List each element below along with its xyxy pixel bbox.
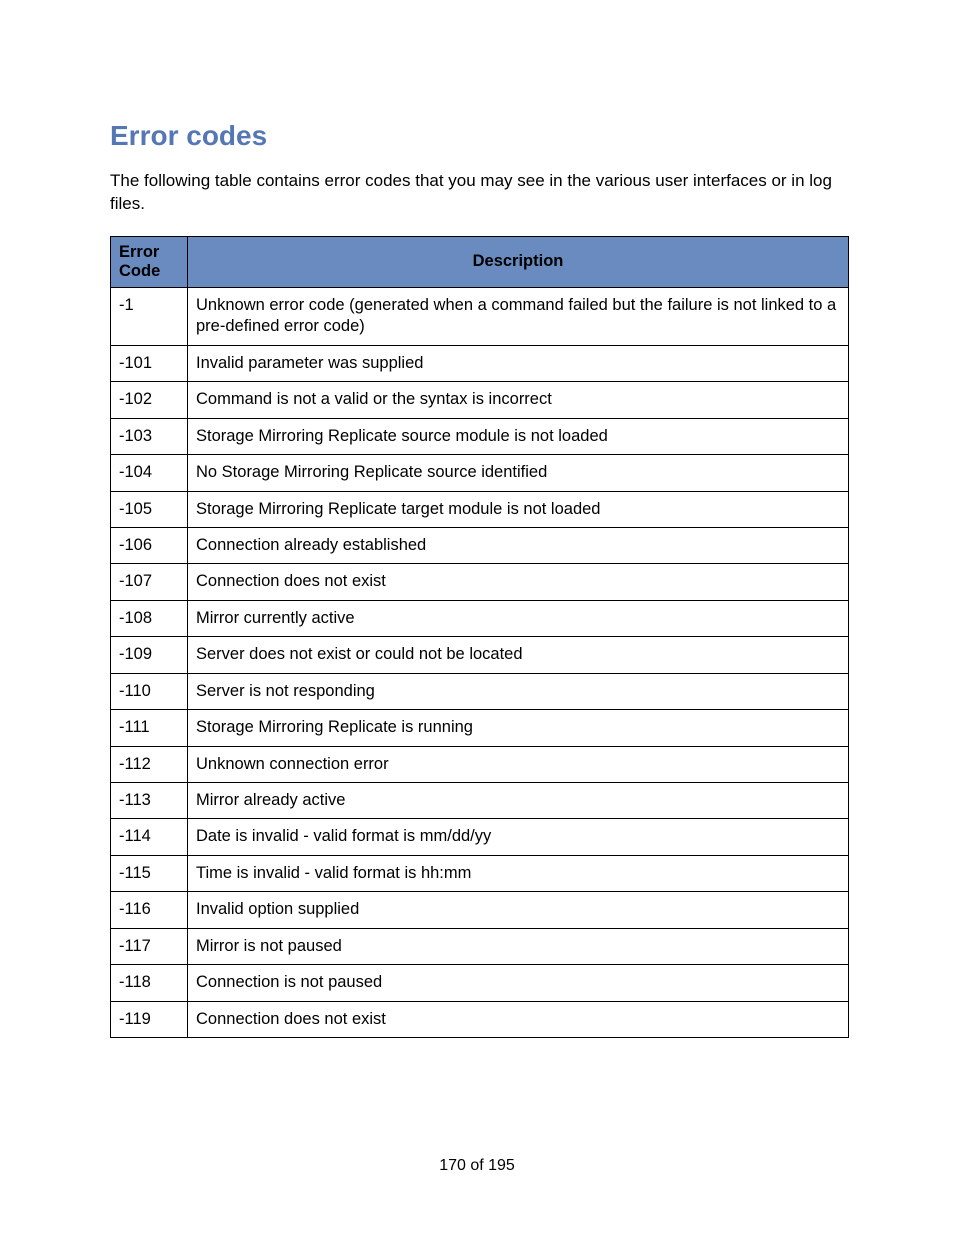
- table-row: -111Storage Mirroring Replicate is runni…: [111, 710, 849, 746]
- table-row: -116Invalid option supplied: [111, 892, 849, 928]
- cell-description: Connection does not exist: [188, 564, 849, 600]
- cell-error-code: -103: [111, 418, 188, 454]
- cell-description: Date is invalid - valid format is mm/dd/…: [188, 819, 849, 855]
- cell-description: Time is invalid - valid format is hh:mm: [188, 855, 849, 891]
- cell-error-code: -115: [111, 855, 188, 891]
- cell-description: Invalid parameter was supplied: [188, 345, 849, 381]
- page-title: Error codes: [110, 120, 849, 152]
- cell-error-code: -111: [111, 710, 188, 746]
- table-row: -114Date is invalid - valid format is mm…: [111, 819, 849, 855]
- cell-error-code: -119: [111, 1001, 188, 1037]
- cell-error-code: -105: [111, 491, 188, 527]
- table-row: -118Connection is not paused: [111, 965, 849, 1001]
- cell-error-code: -104: [111, 455, 188, 491]
- cell-description: Unknown error code (generated when a com…: [188, 287, 849, 345]
- cell-description: Connection is not paused: [188, 965, 849, 1001]
- cell-error-code: -108: [111, 600, 188, 636]
- cell-error-code: -109: [111, 637, 188, 673]
- cell-error-code: -114: [111, 819, 188, 855]
- cell-description: Storage Mirroring Replicate source modul…: [188, 418, 849, 454]
- cell-error-code: -112: [111, 746, 188, 782]
- cell-description: Invalid option supplied: [188, 892, 849, 928]
- table-row: -107Connection does not exist: [111, 564, 849, 600]
- table-row: -115Time is invalid - valid format is hh…: [111, 855, 849, 891]
- table-row: -110Server is not responding: [111, 673, 849, 709]
- table-header-row: Error Code Description: [111, 236, 849, 287]
- col-header-description: Description: [188, 236, 849, 287]
- table-row: -106Connection already established: [111, 527, 849, 563]
- cell-error-code: -102: [111, 382, 188, 418]
- intro-paragraph: The following table contains error codes…: [110, 170, 849, 216]
- cell-error-code: -117: [111, 928, 188, 964]
- table-row: -117Mirror is not paused: [111, 928, 849, 964]
- cell-description: Unknown connection error: [188, 746, 849, 782]
- document-page: Error codes The following table contains…: [0, 0, 954, 1235]
- table-row: -119Connection does not exist: [111, 1001, 849, 1037]
- cell-error-code: -110: [111, 673, 188, 709]
- table-row: -113Mirror already active: [111, 783, 849, 819]
- cell-description: Server does not exist or could not be lo…: [188, 637, 849, 673]
- table-row: -105Storage Mirroring Replicate target m…: [111, 491, 849, 527]
- table-row: -103Storage Mirroring Replicate source m…: [111, 418, 849, 454]
- col-header-error-code: Error Code: [111, 236, 188, 287]
- cell-description: No Storage Mirroring Replicate source id…: [188, 455, 849, 491]
- cell-error-code: -118: [111, 965, 188, 1001]
- table-row: -1Unknown error code (generated when a c…: [111, 287, 849, 345]
- cell-description: Storage Mirroring Replicate is running: [188, 710, 849, 746]
- cell-description: Command is not a valid or the syntax is …: [188, 382, 849, 418]
- table-row: -101Invalid parameter was supplied: [111, 345, 849, 381]
- table-row: -104No Storage Mirroring Replicate sourc…: [111, 455, 849, 491]
- cell-error-code: -113: [111, 783, 188, 819]
- cell-error-code: -1: [111, 287, 188, 345]
- table-row: -108Mirror currently active: [111, 600, 849, 636]
- cell-error-code: -107: [111, 564, 188, 600]
- table-row: -109Server does not exist or could not b…: [111, 637, 849, 673]
- cell-error-code: -106: [111, 527, 188, 563]
- page-footer: 170 of 195: [0, 1157, 954, 1175]
- cell-error-code: -116: [111, 892, 188, 928]
- cell-description: Mirror currently active: [188, 600, 849, 636]
- cell-description: Server is not responding: [188, 673, 849, 709]
- table-row: -112Unknown connection error: [111, 746, 849, 782]
- cell-error-code: -101: [111, 345, 188, 381]
- cell-description: Mirror is not paused: [188, 928, 849, 964]
- error-codes-table: Error Code Description -1Unknown error c…: [110, 236, 849, 1038]
- cell-description: Connection does not exist: [188, 1001, 849, 1037]
- cell-description: Storage Mirroring Replicate target modul…: [188, 491, 849, 527]
- cell-description: Connection already established: [188, 527, 849, 563]
- table-body: -1Unknown error code (generated when a c…: [111, 287, 849, 1037]
- cell-description: Mirror already active: [188, 783, 849, 819]
- table-row: -102Command is not a valid or the syntax…: [111, 382, 849, 418]
